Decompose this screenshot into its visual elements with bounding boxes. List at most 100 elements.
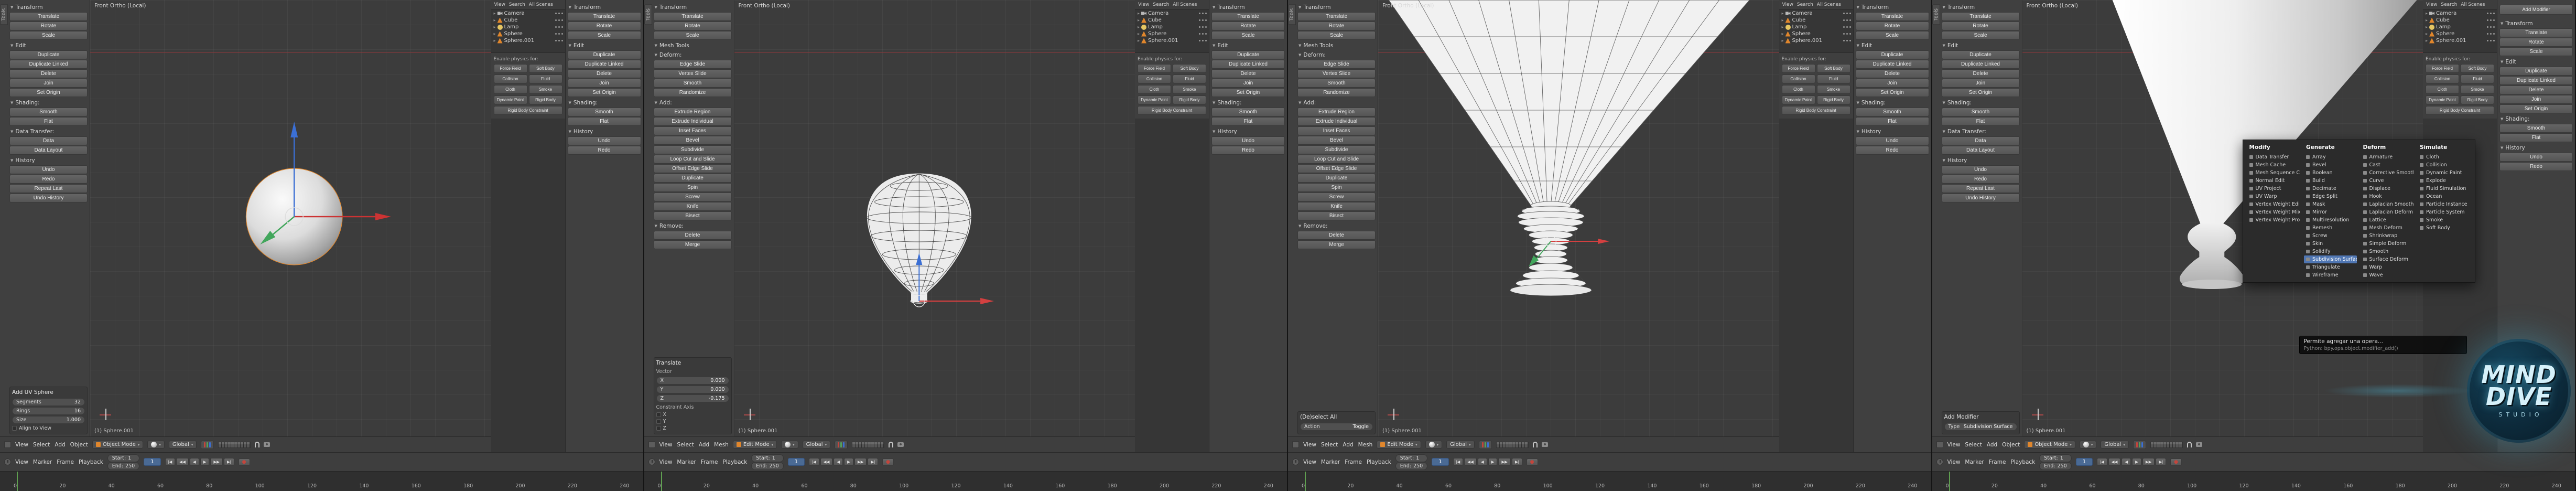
modifier-menu-item[interactable]: Mesh Sequence Cache <box>2247 169 2300 177</box>
expand-triangle-icon[interactable]: ▸ <box>494 25 496 29</box>
physics-button[interactable]: Force Field <box>2426 64 2459 73</box>
playback-button[interactable]: ◀ <box>1477 458 1487 466</box>
tool-panel-header[interactable]: ▼ Add: <box>1297 98 1376 107</box>
viewport-shading-selector[interactable]: ▾ <box>1425 441 1443 449</box>
modifier-menu-item[interactable]: Armature <box>2361 153 2414 161</box>
physics-button[interactable]: Soft Body <box>2461 64 2494 73</box>
expand-triangle-icon[interactable]: ▸ <box>1782 18 1784 23</box>
physics-button[interactable]: Smoke <box>1816 85 1850 94</box>
snap-magnet-icon[interactable] <box>2187 442 2192 447</box>
modifier-menu-item[interactable]: Mesh Deform <box>2361 224 2414 232</box>
frame-range-field[interactable]: End: 250 <box>751 462 784 470</box>
viewport-menu[interactable]: Select <box>33 442 50 448</box>
outliner-item[interactable]: ▸ Sphere.001 <box>1135 37 1209 44</box>
playback-button[interactable]: ▶ <box>2132 458 2141 466</box>
tool-button[interactable]: Duplicate Linked <box>1855 60 1929 69</box>
viewport-menu[interactable]: Add <box>1987 442 1997 448</box>
physics-button[interactable]: Collision <box>493 74 527 83</box>
modifier-menu-item[interactable]: Laplacian Smooth <box>2361 200 2414 208</box>
tool-button[interactable]: Set Origin <box>1855 88 1929 97</box>
physics-button[interactable]: Dynamic Paint <box>493 95 527 104</box>
physics-button[interactable]: Rigid Body <box>528 95 562 104</box>
modifier-menu-item[interactable]: Explode <box>2418 177 2471 185</box>
tool-button[interactable]: Scale <box>653 31 732 40</box>
modifier-menu-item[interactable]: Normal Edit <box>2247 177 2300 185</box>
expand-triangle-icon[interactable]: ▸ <box>1138 18 1140 23</box>
tool-button[interactable]: Extrude Individual <box>653 117 732 126</box>
physics-button[interactable]: Force Field <box>493 64 527 73</box>
tool-button[interactable]: Delete <box>1297 231 1376 240</box>
tool-button[interactable]: Undo <box>9 165 88 174</box>
tool-panel-header[interactable]: ▼ Transform <box>1297 2 1376 12</box>
tool-button[interactable]: Randomize <box>1297 88 1376 97</box>
tool-button[interactable]: Undo <box>1211 136 1285 145</box>
tool-shelf-tab[interactable]: Tools <box>1932 4 1940 25</box>
expand-triangle-icon[interactable]: ▸ <box>2426 18 2428 23</box>
current-frame-field[interactable]: 1 <box>1432 458 1449 466</box>
timeline-menu[interactable]: Marker <box>1965 459 1984 465</box>
tool-button[interactable]: Vertex Slide <box>1297 69 1376 78</box>
tool-button[interactable]: Scale <box>1941 31 2020 40</box>
tool-button[interactable]: Delete <box>9 69 88 78</box>
modifier-menu-item[interactable]: Multiresolution <box>2304 216 2357 224</box>
tool-button[interactable]: Bevel <box>653 136 732 145</box>
outliner-menu[interactable]: All Scenes <box>529 2 553 7</box>
outliner-menu[interactable]: View <box>1138 2 1149 7</box>
number-field[interactable]: X 0.000 <box>656 377 729 385</box>
timeline-menu[interactable]: Frame <box>1345 459 1362 465</box>
tool-button[interactable]: Duplicate Linked <box>9 60 88 69</box>
render-icon[interactable] <box>2195 442 2202 447</box>
modifier-menu-item[interactable]: Wireframe <box>2304 271 2357 279</box>
viewport-menu[interactable]: View <box>659 442 673 448</box>
layers-grid[interactable] <box>1496 441 1529 448</box>
record-button[interactable]: ● <box>882 458 894 466</box>
modifier-menu-item[interactable]: Solidify <box>2304 248 2357 255</box>
expand-triangle-icon[interactable]: ▸ <box>2426 31 2428 36</box>
tool-panel-header[interactable]: ▼ Deform: <box>654 50 732 59</box>
viewport-menu[interactable]: Object <box>2002 442 2020 448</box>
tool-button[interactable]: Smooth <box>567 108 641 116</box>
tool-button[interactable]: Inset Faces <box>1297 126 1376 135</box>
number-field[interactable]: Size 1.000 <box>12 416 85 424</box>
render-icon[interactable] <box>1541 442 1548 447</box>
tool-button[interactable]: Smooth <box>1855 108 1929 116</box>
redo-panel-title[interactable]: Translate <box>656 360 729 368</box>
tool-button[interactable]: Duplicate <box>567 50 641 59</box>
expand-triangle-icon[interactable]: ▸ <box>2426 11 2428 16</box>
tool-button[interactable]: Set Origin <box>2499 104 2573 113</box>
modifier-menu-item[interactable]: Shrinkwrap <box>2361 232 2414 240</box>
outliner-item[interactable]: ▸ Sphere.001 <box>491 37 565 44</box>
tool-panel-header[interactable]: ▼ Add: <box>654 98 732 107</box>
playback-button[interactable]: ▶▶ <box>210 458 223 466</box>
tool-panel-header[interactable]: ▼ Shading: <box>2499 114 2573 123</box>
tool-panel-header[interactable]: ▼ Data Transfer: <box>1942 126 2020 136</box>
frame-range-field[interactable]: Start: 1 <box>751 454 784 462</box>
checkbox[interactable]: Align to View <box>12 425 85 432</box>
viewport-menu[interactable]: Add <box>55 442 65 448</box>
tool-button[interactable]: Smooth <box>1297 79 1376 88</box>
modifier-menu-item[interactable]: Edge Split <box>2304 193 2357 200</box>
modifier-menu-item[interactable]: Vertex Weight Proximity <box>2247 216 2300 224</box>
expand-triangle-icon[interactable]: ▸ <box>1138 25 1140 29</box>
timeline-menu[interactable]: Marker <box>677 459 696 465</box>
current-frame-field[interactable]: 1 <box>2075 458 2093 466</box>
tool-button[interactable]: Join <box>1941 79 2020 88</box>
render-icon[interactable] <box>897 442 904 447</box>
tool-button[interactable]: Data Layout <box>9 146 88 155</box>
checkbox[interactable]: X <box>656 411 729 418</box>
tool-button[interactable]: Scale <box>1855 31 1929 40</box>
modifier-menu-item[interactable]: Cast <box>2361 161 2414 169</box>
playback-button[interactable]: ▶▶ <box>1498 458 1511 466</box>
tool-button[interactable]: Translate <box>1211 12 1285 21</box>
playback-button[interactable]: ◀◀ <box>2108 458 2121 466</box>
physics-button[interactable]: Cloth <box>1781 85 1815 94</box>
tool-button[interactable]: Rotate <box>1941 22 2020 30</box>
timeline-menu[interactable]: Marker <box>33 459 52 465</box>
physics-button[interactable]: Dynamic Paint <box>1138 95 1171 104</box>
timeline-ruler[interactable]: 0 20 40 60 80 100 120 140 160 180 200 220 240 <box>1288 471 1931 491</box>
tool-button[interactable]: Edge Slide <box>1297 60 1376 69</box>
tool-button[interactable]: Bisect <box>1297 211 1376 220</box>
tool-button[interactable]: Translate <box>2499 28 2573 37</box>
modifier-menu-item[interactable]: Particle Instance <box>2418 200 2471 208</box>
3d-object[interactable] <box>734 0 1135 436</box>
